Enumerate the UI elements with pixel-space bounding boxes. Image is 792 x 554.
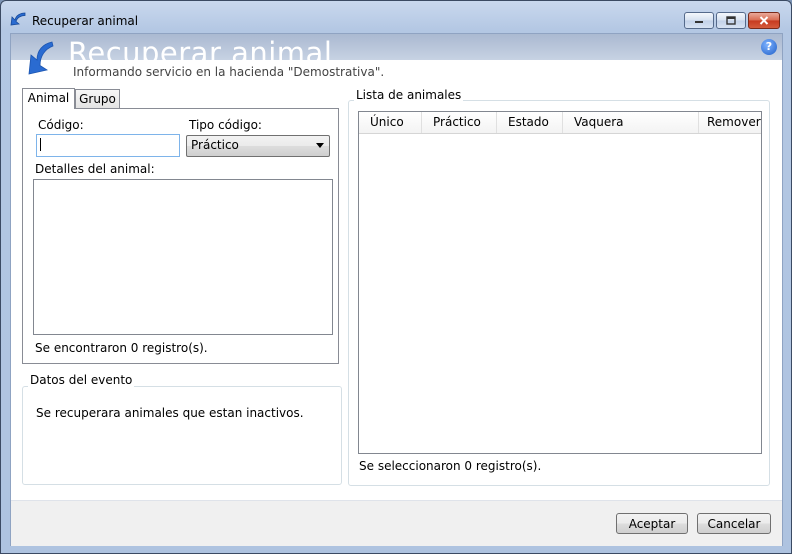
maximize-icon bbox=[717, 13, 745, 28]
chevron-down-icon bbox=[316, 143, 324, 148]
detalles-label: Detalles del animal: bbox=[35, 162, 155, 176]
cancelar-button[interactable]: Cancelar bbox=[697, 513, 771, 534]
dialog-window: Recuperar animal Recuperar animal Inform… bbox=[0, 0, 792, 554]
datos-evento-group bbox=[22, 386, 342, 485]
tipo-codigo-select[interactable]: Práctico bbox=[186, 135, 330, 157]
text-caret bbox=[40, 138, 41, 151]
datos-evento-text: Se recuperara animales que estan inactiv… bbox=[36, 406, 304, 420]
animales-grid[interactable]: Único Práctico Estado Vaquera Remover bbox=[358, 111, 762, 454]
tab-panel-animal: Código: Tipo código: Práctico Detalles d… bbox=[22, 108, 339, 364]
column-header-estado[interactable]: Estado bbox=[497, 112, 563, 133]
encontraron-status: Se encontraron 0 registro(s). bbox=[35, 341, 208, 355]
tipo-codigo-value: Práctico bbox=[191, 138, 239, 152]
close-icon bbox=[749, 13, 779, 28]
column-header-unico[interactable]: Único bbox=[359, 112, 422, 133]
window-title: Recuperar animal bbox=[32, 14, 139, 28]
page-subtitle: Informando servicio en la hacienda "Demo… bbox=[73, 65, 385, 79]
aceptar-button[interactable]: Aceptar bbox=[616, 513, 688, 534]
close-button[interactable] bbox=[748, 12, 780, 29]
column-header-remover[interactable]: Remover bbox=[699, 112, 761, 133]
detalles-box[interactable] bbox=[33, 179, 333, 335]
back-arrow-icon bbox=[10, 12, 26, 26]
back-arrow-icon bbox=[28, 41, 54, 75]
tab-animal[interactable]: Animal bbox=[22, 88, 75, 109]
column-header-practico[interactable]: Práctico bbox=[422, 112, 497, 133]
maximize-button[interactable] bbox=[716, 12, 746, 29]
minimize-icon bbox=[685, 13, 713, 28]
title-bar[interactable]: Recuperar animal bbox=[1, 1, 791, 33]
tipo-codigo-label: Tipo código: bbox=[189, 118, 262, 132]
dialog-content: Recuperar animal Informando servicio en … bbox=[10, 33, 783, 546]
seleccionaron-status: Se seleccionaron 0 registro(s). bbox=[359, 459, 542, 473]
tab-grupo[interactable]: Grupo bbox=[75, 89, 120, 108]
help-icon[interactable]: ? bbox=[761, 39, 777, 55]
codigo-input[interactable] bbox=[36, 134, 180, 157]
minimize-button[interactable] bbox=[684, 12, 714, 29]
grid-header: Único Práctico Estado Vaquera Remover bbox=[359, 112, 761, 134]
lista-animales-title: Lista de animales bbox=[354, 88, 464, 102]
codigo-label: Código: bbox=[38, 118, 84, 132]
column-header-vaquera[interactable]: Vaquera bbox=[563, 112, 699, 133]
datos-evento-title: Datos del evento bbox=[28, 373, 135, 387]
